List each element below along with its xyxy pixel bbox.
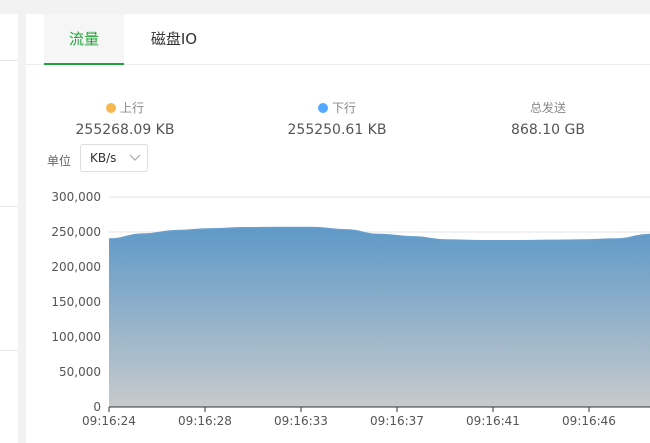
- traffic-chart: 0 50,000 100,000 150,000 200,000 250,000 300,0…: [51, 190, 650, 428]
- y-tick-label: 0: [93, 400, 101, 414]
- y-tick-label: 150,000: [51, 295, 101, 309]
- y-tick-label: 200,000: [51, 260, 101, 274]
- x-tick-label: 09:16:33: [274, 414, 328, 428]
- y-tick-label: 50,000: [59, 365, 101, 379]
- traffic-area: [109, 227, 650, 407]
- x-tick-label: 09:16:37: [370, 414, 424, 428]
- x-tick-label: 09:16:46: [562, 414, 616, 428]
- y-tick-label: 100,000: [51, 330, 101, 344]
- x-tick-label: 09:16:28: [178, 414, 232, 428]
- y-tick-label: 250,000: [51, 225, 101, 239]
- x-tick-label: 09:16:24: [82, 414, 136, 428]
- x-tick-label: 09:16:41: [466, 414, 520, 428]
- y-tick-label: 300,000: [51, 190, 101, 204]
- chart-area-layer: [108, 226, 650, 407]
